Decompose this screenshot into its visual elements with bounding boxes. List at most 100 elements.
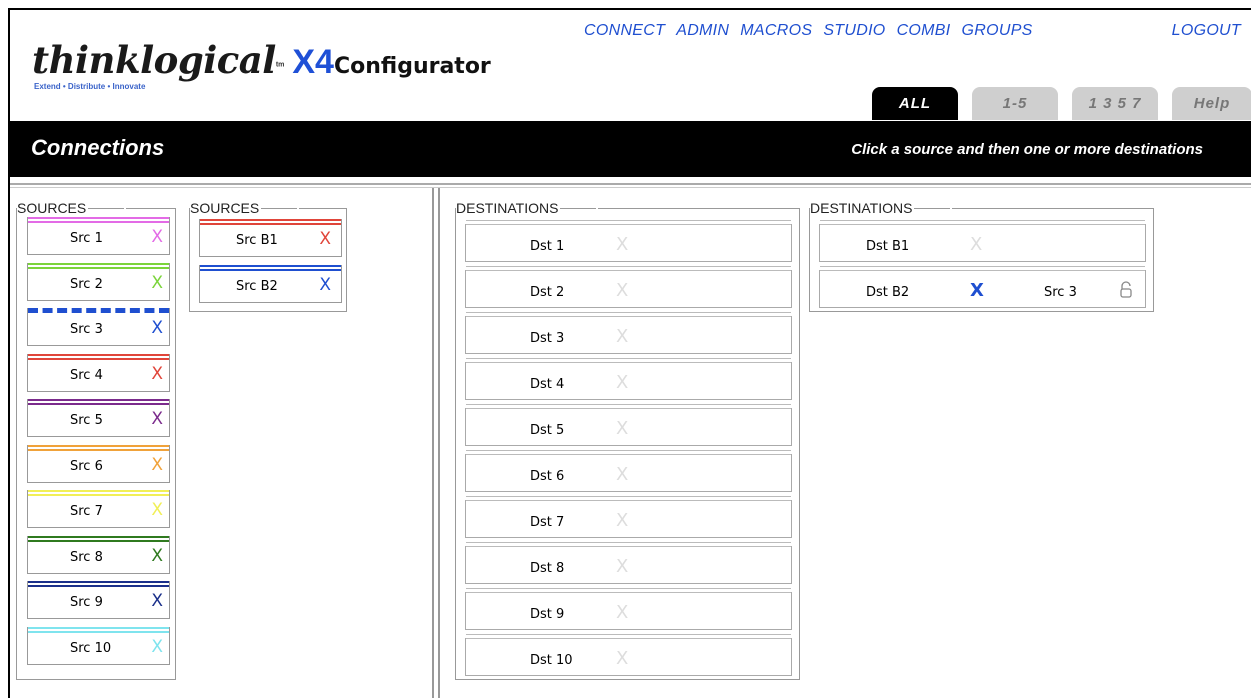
source-item[interactable]: Src B1 X — [199, 219, 342, 257]
logo-brand: thinklogical — [32, 38, 276, 82]
x-icon[interactable]: X — [616, 510, 628, 531]
source-color-bar — [28, 490, 169, 496]
destination-label: Dst 9 — [530, 607, 565, 622]
source-color-bar — [28, 308, 169, 313]
logout-link[interactable]: LOGOUT — [1172, 22, 1241, 40]
x-icon[interactable]: X — [616, 556, 628, 577]
logo-x4: X4 — [292, 43, 334, 81]
horizontal-divider — [10, 183, 1251, 188]
source-label: Src 4 — [70, 367, 103, 383]
x-icon[interactable]: X — [616, 464, 628, 485]
destination-item[interactable]: Dst 5 X — [465, 404, 792, 446]
source-item[interactable]: Src 5 X — [27, 399, 170, 437]
destination-item[interactable]: Dst 8 X — [465, 542, 792, 584]
destination-item[interactable]: Dst 10 X — [465, 634, 792, 676]
source-label: Src 6 — [70, 458, 103, 474]
nav-groups[interactable]: GROUPS — [962, 22, 1033, 40]
source-color-bar — [28, 399, 169, 405]
source-label: Src 5 — [70, 413, 103, 428]
x-icon[interactable]: X — [151, 591, 163, 611]
source-item[interactable]: Src 6 X — [27, 444, 170, 483]
destination-label: Dst B2 — [866, 285, 910, 300]
tab-help[interactable]: Help — [1172, 87, 1251, 120]
source-label: Src 3 — [70, 322, 103, 337]
destination-item[interactable]: Dst 2 X — [465, 266, 792, 308]
tab-1-5[interactable]: 1-5 — [972, 87, 1058, 120]
source-item[interactable]: Src B2 X — [199, 265, 342, 303]
tab-bar: ALL 1-5 1 3 5 7 Help — [872, 87, 1251, 120]
x-icon[interactable]: X — [970, 280, 984, 301]
top-nav: CONNECT ADMIN MACROS STUDIO COMBI GROUPS — [584, 22, 1044, 40]
sources-legend: SOURCES — [190, 200, 300, 216]
source-item[interactable]: Src 1 X — [27, 217, 170, 255]
destination-item[interactable]: Dst B1 X — [819, 220, 1146, 262]
x-icon[interactable]: X — [616, 418, 628, 439]
destination-label: Dst 10 — [530, 653, 573, 668]
instruction-text: Click a source and then one or more dest… — [851, 141, 1203, 158]
x-icon[interactable]: X — [616, 280, 628, 301]
x-icon[interactable]: X — [151, 500, 163, 520]
x-icon[interactable]: X — [151, 273, 163, 293]
destinations-group-a: DESTINATIONS Dst 1 X Dst 2 X Dst 3 X Dst 4 X Dst… — [455, 200, 800, 680]
x-icon[interactable]: X — [151, 227, 163, 247]
source-item[interactable]: Src 7 X — [27, 490, 170, 528]
sources-legend: SOURCES — [17, 200, 127, 216]
lock-icon[interactable] — [1119, 281, 1133, 299]
nav-studio[interactable]: STUDIO — [823, 22, 885, 40]
x-icon[interactable]: X — [151, 546, 163, 566]
x-icon[interactable]: X — [319, 229, 331, 249]
x-icon[interactable]: X — [616, 602, 628, 623]
x-icon[interactable]: X — [616, 372, 628, 393]
nav-combi[interactable]: COMBI — [897, 22, 951, 40]
x-icon[interactable]: X — [151, 409, 163, 429]
source-label: Src 9 — [70, 595, 103, 610]
source-color-bar — [28, 444, 169, 451]
destination-label: Dst 2 — [530, 285, 565, 300]
nav-connect[interactable]: CONNECT — [584, 22, 665, 40]
destinations-group-b: DESTINATIONS Dst B1 X Dst B2 X Src 3 — [809, 200, 1154, 312]
source-color-bar — [200, 219, 341, 225]
source-label: Src 8 — [70, 549, 103, 565]
destination-item[interactable]: Dst 7 X — [465, 496, 792, 538]
source-color-bar — [28, 262, 169, 269]
source-item[interactable]: Src 3 X — [27, 308, 170, 346]
destination-label: Dst 7 — [530, 515, 565, 530]
tagline: Extend • Distribute • Innovate — [34, 82, 146, 91]
destination-label: Dst 3 — [530, 331, 565, 346]
tab-all[interactable]: ALL — [872, 87, 958, 120]
x-icon[interactable]: X — [616, 326, 628, 347]
source-label: Src 2 — [70, 276, 103, 292]
x-icon[interactable]: X — [616, 648, 628, 669]
title-bar: Connections Click a source and then one … — [10, 121, 1251, 177]
destinations-legend: DESTINATIONS — [456, 200, 599, 216]
nav-macros[interactable]: MACROS — [740, 22, 812, 40]
x-icon[interactable]: X — [616, 234, 628, 255]
source-label: Src 1 — [70, 231, 103, 246]
x-icon[interactable]: X — [151, 455, 163, 475]
tab-1357[interactable]: 1 3 5 7 — [1072, 87, 1158, 120]
source-item[interactable]: Src 2 X — [27, 262, 170, 301]
source-item[interactable]: Src 8 X — [27, 535, 170, 574]
destination-label: Dst 1 — [530, 239, 565, 254]
destination-item[interactable]: Dst 4 X — [465, 358, 792, 400]
destination-item[interactable]: Dst 6 X — [465, 450, 792, 492]
destination-label: Dst 8 — [530, 561, 565, 576]
logo-tm: tm — [275, 61, 285, 69]
destination-label: Dst 6 — [530, 469, 565, 484]
source-item[interactable]: Src 4 X — [27, 353, 170, 392]
nav-admin[interactable]: ADMIN — [676, 22, 729, 40]
sources-group-a: SOURCES Src 1 X Src 2 X Src 3 X Src 4 X Src 5 X Sr… — [16, 200, 176, 680]
x-icon[interactable]: X — [319, 275, 331, 295]
x-icon[interactable]: X — [970, 234, 982, 255]
x-icon[interactable]: X — [151, 637, 163, 657]
destination-item[interactable]: Dst 3 X — [465, 312, 792, 354]
x-icon[interactable]: X — [151, 364, 163, 384]
destination-item[interactable]: Dst 1 X — [465, 220, 792, 262]
destination-item[interactable]: Dst B2 X Src 3 — [819, 266, 1146, 308]
source-item[interactable]: Src 10 X — [27, 626, 170, 665]
destination-label: Dst B1 — [866, 239, 910, 254]
destination-item[interactable]: Dst 9 X — [465, 588, 792, 630]
x-icon[interactable]: X — [151, 318, 163, 338]
source-item[interactable]: Src 9 X — [27, 581, 170, 619]
panel-splitter[interactable] — [432, 188, 440, 698]
